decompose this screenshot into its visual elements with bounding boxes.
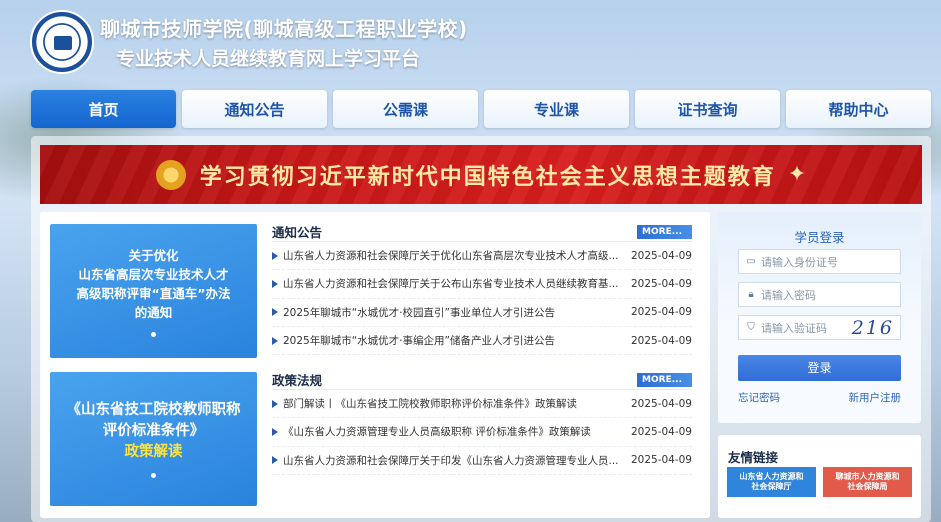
list-item[interactable]: 山东省人力资源和社会保障厅关于公布山东省专业技术人员继续教育基... 2025-0… [272,270,692,299]
content-area: 关于优化 山东省高层次专业技术人才 高级职称评审“直通车”办法 的通知 《山东省… [40,212,710,518]
captcha-placeholder: 请输入验证码 [761,321,827,335]
feature-line: 关于优化 [128,247,179,263]
password-placeholder: 请输入密码 [761,288,816,302]
login-links: 忘记密码 新用户注册 [738,390,901,405]
list-item-title[interactable]: 山东省人力资源和社会保障厅关于优化山东省高层次专业技术人才高级... [283,248,631,263]
bullet-arrow-icon [272,427,278,436]
list-item-date: 2025-04-09 [630,277,692,290]
dove-icon: ✦ [787,162,807,187]
friend-links-title: 友情链接 [728,450,779,465]
login-button[interactable]: 登录 [738,355,901,381]
register-link[interactable]: 新用户注册 [849,390,902,405]
feature-card-text: 关于优化 山东省高层次专业技术人才 高级职称评审“直通车”办法 的通知 [77,246,231,322]
notices-header: 通知公告 MORE... [272,222,692,242]
site-title: 聊城市技师学院(聊城高级工程职业学校) 专业技术人员继续教育网上学习平台 [100,13,468,71]
login-title: 学员登录 [794,230,845,245]
carousel-dot[interactable] [151,473,156,478]
notices-section: 通知公告 MORE... 山东省人力资源和社会保障厅关于优化山东省高层次专业技术… [272,222,692,356]
nav-professional-courses[interactable]: 专业课 [484,90,629,128]
site-header: 聊城市技师学院(聊城高级工程职业学校) 专业技术人员继续教育网上学习平台 [30,10,468,74]
link-label: 聊城市人力资源和 [835,472,900,481]
bullet-arrow-icon [272,399,278,408]
nav-notices[interactable]: 通知公告 [182,90,327,128]
policies-more-button[interactable]: MORE... [637,372,692,387]
school-seal-icon [30,10,94,74]
list-item-date: 2025-04-09 [630,425,692,438]
bullet-arrow-icon [272,251,278,260]
list-item-title[interactable]: 山东省人力资源和社会保障厅关于公布山东省专业技术人员继续教育基... [283,276,631,291]
list-item[interactable]: 山东省人力资源和社会保障厅关于优化山东省高层次专业技术人才高级... 2025-0… [272,242,692,271]
id-card-icon: ▭ [746,255,756,267]
feature-line: 评价标准条件》 [102,423,205,439]
friend-links-panel: 友情链接 山东省人力资源和 社会保障厅 聊城市人力资源和 社会保障局 [718,435,921,518]
feature-line: 山东省高层次专业技术人才 [78,266,229,282]
bullet-arrow-icon [272,279,278,288]
list-item[interactable]: 《山东省人力资源管理专业人员高级职称 评价标准条件》政策解读 2025-04-09 [272,418,692,447]
login-panel: 学员登录 ▭ 请输入身份证号 🔒︎ 请输入密码 ⛉ 请输入验证码 216 登录 … [718,212,921,423]
id-number-placeholder: 请输入身份证号 [761,255,838,269]
nav-public-courses[interactable]: 公需课 [333,90,478,128]
policies-section: 政策法规 MORE... 部门解读丨《山东省技工院校教师职称评价标准条件》政策解… [272,370,692,475]
lock-icon: 🔒︎ [748,288,754,300]
forgot-password-link[interactable]: 忘记密码 [738,390,780,405]
policies-title: 政策法规 [272,373,323,388]
captcha-image[interactable]: 216 [852,317,894,339]
feature-card-policy-interpretation[interactable]: 《山东省技工院校教师职称 评价标准条件》 政策解读 [50,372,257,506]
password-field[interactable]: 🔒︎ 请输入密码 [738,282,901,307]
feature-line: 高级职称评审“直通车”办法 [76,285,231,301]
list-item[interactable]: 部门解读丨《山东省技工院校教师职称评价标准条件》政策解读 2025-04-09 [272,390,692,419]
feature-card-text: 《山东省技工院校教师职称 评价标准条件》 政策解读 [67,400,241,463]
id-number-field[interactable]: ▭ 请输入身份证号 [738,249,901,274]
list-item-date: 2025-04-09 [630,454,692,467]
list-item-title[interactable]: 2025年聊城市“水城优才·事编企用”储备产业人才引进公告 [283,333,631,348]
list-item-date: 2025-04-09 [630,334,692,347]
list-item-title[interactable]: 部门解读丨《山东省技工院校教师职称评价标准条件》政策解读 [283,396,631,411]
site-title-line1: 聊城市技师学院(聊城高级工程职业学校) [100,17,468,41]
feature-line: 政策解读 [124,444,183,460]
notices-more-button[interactable]: MORE... [637,224,692,239]
banner-text: 学习贯彻习近平新时代中国特色社会主义思想主题教育 [199,163,776,190]
list-item-title[interactable]: 2025年聊城市“水城优才·校园直引”事业单位人才引进公告 [283,305,631,320]
theme-banner[interactable]: 学习贯彻习近平新时代中国特色社会主义思想主题教育 ✦ [40,145,922,204]
list-item[interactable]: 2025年聊城市“水城优才·校园直引”事业单位人才引进公告 2025-04-09 [272,299,692,327]
link-liaocheng-hrss[interactable]: 聊城市人力资源和 社会保障局 [823,467,912,497]
carousel-dot[interactable] [151,331,156,337]
bullet-arrow-icon [272,336,278,345]
notices-title: 通知公告 [272,225,323,240]
captcha-field[interactable]: ⛉ 请输入验证码 216 [738,315,901,340]
policies-header: 政策法规 MORE... [272,370,692,390]
list-item-date: 2025-04-09 [630,306,692,319]
feature-line: 《山东省技工院校教师职称 [66,402,241,418]
list-item-title[interactable]: 山东省人力资源和社会保障厅关于印发《山东省人力资源管理专业人员... [283,453,631,468]
main-nav: 首页 通知公告 公需课 专业课 证书查询 帮助中心 [31,90,931,128]
feature-line: 的通知 [134,304,173,320]
list-item-date: 2025-04-09 [630,397,692,410]
site-title-line2: 专业技术人员继续教育网上学习平台 [116,48,421,70]
link-label: 社会保障厅 [751,482,792,491]
nav-home[interactable]: 首页 [31,90,176,128]
feature-card-policy-notice[interactable]: 关于优化 山东省高层次专业技术人才 高级职称评审“直通车”办法 的通知 [50,224,257,358]
link-label: 山东省人力资源和 [739,472,804,481]
list-item-title[interactable]: 《山东省人力资源管理专业人员高级职称 评价标准条件》政策解读 [283,424,631,439]
bullet-arrow-icon [272,456,278,465]
nav-certificate-query[interactable]: 证书查询 [635,90,780,128]
list-item[interactable]: 2025年聊城市“水城优才·事编企用”储备产业人才引进公告 2025-04-09 [272,327,692,356]
list-item[interactable]: 山东省人力资源和社会保障厅关于印发《山东省人力资源管理专业人员... 2025-0… [272,447,692,475]
party-emblem-icon [155,159,186,190]
nav-help-center[interactable]: 帮助中心 [786,90,931,128]
link-shandong-hrss[interactable]: 山东省人力资源和 社会保障厅 [727,467,816,497]
list-item-date: 2025-04-09 [630,249,692,262]
shield-icon: ⛉ [747,321,755,333]
link-label: 社会保障局 [847,482,888,491]
bullet-arrow-icon [272,308,278,317]
